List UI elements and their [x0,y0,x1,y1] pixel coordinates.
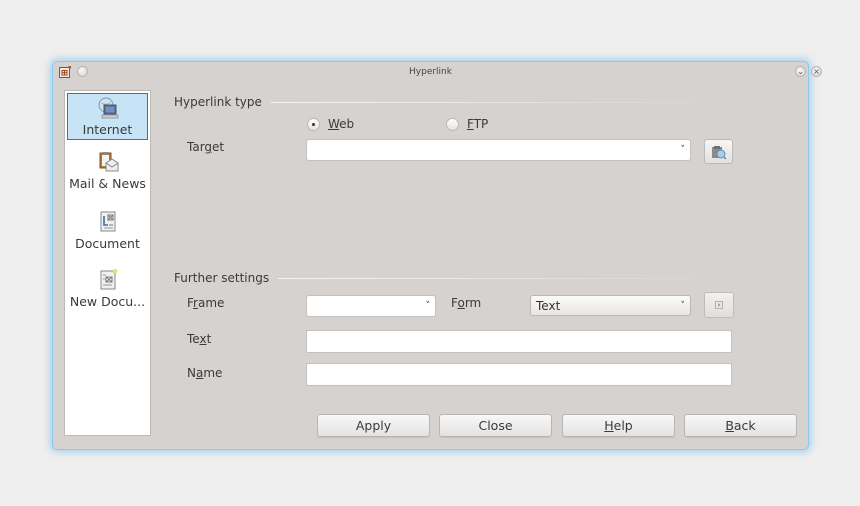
sidebar-item-label: Mail & News [69,176,146,191]
apply-button[interactable]: Apply [317,414,430,437]
chevron-down-icon[interactable]: ˅ [681,140,686,160]
close-icon[interactable]: × [811,66,822,77]
close-button[interactable]: Close [439,414,552,437]
events-button[interactable] [704,292,734,318]
sidebar-item-internet[interactable]: Internet [67,93,148,140]
ftp-radio[interactable] [446,118,459,131]
minimize-icon[interactable]: ⌄ [795,66,806,77]
text-input[interactable] [306,330,732,353]
name-label: Name [187,366,223,380]
further-settings-heading: Further settings [174,271,270,285]
hyperlink-dialog: Hyperlink ⌄ × Internet Mail & News Docum… [53,62,822,449]
form-select[interactable]: Text ˅ [530,295,691,316]
target-label: Target [187,140,225,154]
title-bar[interactable]: Hyperlink ⌄ × [53,62,822,84]
internet-globe-computer-icon [98,97,118,119]
frame-label: Frame [187,296,225,310]
text-label: Text [187,332,212,346]
back-button[interactable]: Back [684,414,797,437]
sidebar-item-new-document[interactable]: New Docu... [65,269,150,309]
events-icon [715,301,723,309]
window-title: Hyperlink [409,67,452,77]
sidebar-item-label: New Docu... [69,294,146,309]
open-file-button[interactable] [704,139,733,164]
target-combobox[interactable]: ˅ [306,139,691,161]
hyperlink-type-heading: Hyperlink type [174,95,262,109]
document-icon [100,211,115,232]
name-input[interactable] [306,363,732,386]
sidebar-item-label: Internet [82,122,133,137]
chevron-down-icon[interactable]: ˅ [681,296,686,316]
web-radio[interactable] [307,118,320,131]
hyperlink-category-list: Internet Mail & News Document New Docu..… [64,90,151,436]
web-radio-label[interactable]: Web [328,117,354,131]
new-document-icon [100,269,117,290]
section-divider [271,102,731,103]
mail-news-icon [99,152,118,172]
sidebar-item-mail-news[interactable]: Mail & News [65,151,150,191]
sidebar-item-document[interactable]: Document [65,211,150,251]
help-button[interactable]: Help [562,414,675,437]
sidebar-item-label: Document [75,236,140,251]
frame-combobox[interactable]: ˅ [306,295,436,317]
ftp-radio-label[interactable]: FTP [467,117,488,131]
section-divider [278,278,731,279]
open-file-browser-icon [712,146,727,160]
form-label: Form [451,296,482,310]
chevron-down-icon[interactable]: ˅ [426,296,431,316]
